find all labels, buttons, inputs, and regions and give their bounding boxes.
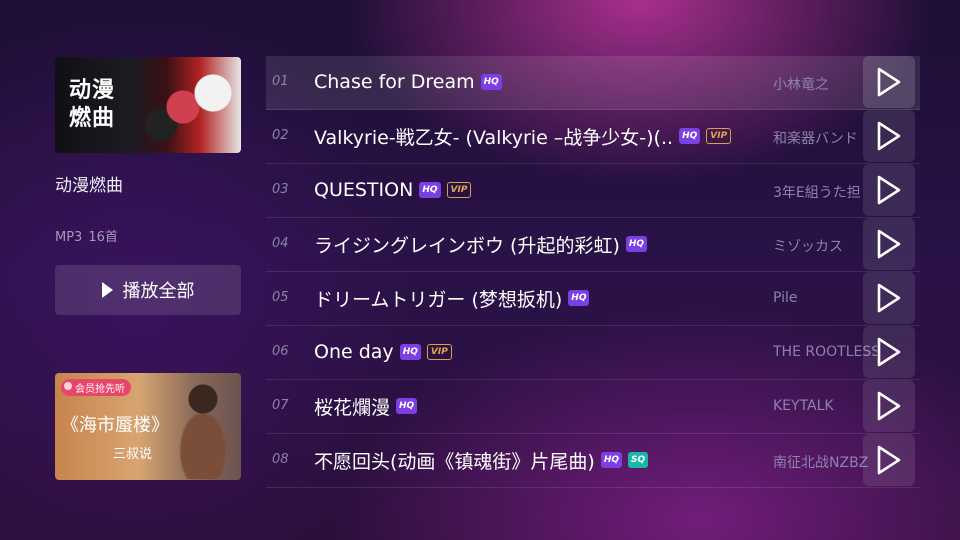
song-title: 桜花爛漫: [314, 396, 391, 419]
play-icon: [877, 283, 901, 313]
promo-banner[interactable]: 会员抢先听 《海市蜃楼》 三叔说: [55, 373, 241, 480]
play-song-button[interactable]: [863, 326, 915, 378]
song-title: One day: [314, 341, 394, 363]
song-artist: 南征北战NZBZ: [773, 455, 869, 471]
song-title: 不愿回头(动画《镇魂街》片尾曲): [314, 450, 595, 473]
song-title: ライジングレインボウ (升起的彩虹): [314, 234, 620, 257]
promo-portrait: [175, 379, 231, 479]
play-song-button[interactable]: [863, 56, 915, 108]
song-row[interactable]: 08 不愿回头(动画《镇魂街》片尾曲) HQ SQ 南征北战NZBZ: [266, 434, 920, 488]
song-title: Valkyrie-戦乙女- (Valkyrie –战争少女-)(..: [314, 126, 674, 149]
song-row[interactable]: 04 ライジングレインボウ (升起的彩虹) HQ ミゾッカス: [266, 218, 920, 272]
playlist-cover: 动漫燃曲: [55, 57, 241, 153]
play-icon: [877, 121, 901, 151]
song-artist: ミゾッカス: [773, 239, 843, 255]
playlist-meta: MP3 16首: [55, 226, 241, 245]
song-number: 03: [272, 182, 289, 197]
song-number: 08: [272, 452, 289, 467]
hq-badge: HQ: [396, 398, 418, 414]
play-icon: [877, 229, 901, 259]
playlist-panel: 动漫燃曲 动漫燃曲 MP3 16首 播放全部 会员抢先听 《海市蜃楼》 三叔说: [55, 57, 241, 480]
hq-badge: HQ: [625, 236, 648, 252]
vip-badge: VIP: [426, 344, 452, 360]
song-number: 05: [272, 290, 289, 305]
song-title-group: 不愿回头(动画《镇魂街》片尾曲) HQ SQ: [314, 447, 649, 473]
song-number: 01: [272, 74, 289, 89]
song-row[interactable]: 06 One day HQ VIP THE ROOTLESS: [266, 326, 920, 380]
hq-badge: HQ: [480, 74, 502, 90]
play-icon: [877, 175, 901, 205]
song-title-group: One day HQ VIP: [314, 339, 452, 365]
play-icon: [877, 391, 901, 421]
promo-subtitle: 三叔说: [113, 447, 153, 462]
song-artist: 3年E組うた担: [773, 185, 861, 201]
sq-badge: SQ: [628, 452, 649, 468]
song-number: 06: [272, 344, 289, 359]
song-row[interactable]: 03 QUESTION HQ VIP 3年E組うた担: [266, 164, 920, 218]
song-row[interactable]: 02 Valkyrie-戦乙女- (Valkyrie –战争少女-)(.. HQ VI…: [266, 110, 920, 164]
hq-badge: HQ: [419, 182, 441, 198]
song-artist: KEYTALK: [773, 398, 834, 414]
play-song-button[interactable]: [863, 380, 915, 432]
play-song-button[interactable]: [863, 434, 915, 486]
song-title-group: Chase for Dream HQ: [314, 69, 502, 95]
song-row[interactable]: 07 桜花爛漫 HQ KEYTALK: [266, 380, 920, 434]
cover-title: 动漫燃曲: [69, 78, 116, 131]
vip-badge: VIP: [706, 128, 732, 144]
song-title: QUESTION: [314, 179, 414, 201]
hq-badge: HQ: [600, 452, 623, 468]
song-title: Chase for Dream: [314, 71, 475, 93]
song-title-group: QUESTION HQ VIP: [314, 177, 472, 203]
play-song-button[interactable]: [863, 218, 915, 270]
play-song-button[interactable]: [863, 110, 915, 162]
hq-badge: HQ: [399, 344, 421, 360]
song-list: 01 Chase for Dream HQ 小林竜之 02 Valkyrie-戦乙女- (…: [266, 56, 920, 488]
play-icon: [877, 445, 901, 475]
song-number: 02: [272, 128, 289, 143]
cover-artwork: [143, 65, 235, 147]
play-song-button[interactable]: [863, 164, 915, 216]
playlist-count: 16首: [88, 230, 118, 245]
playlist-name: 动漫燃曲: [55, 176, 123, 196]
play-all-button[interactable]: 播放全部: [55, 265, 241, 315]
song-title-group: 桜花爛漫 HQ: [314, 393, 418, 419]
song-row[interactable]: 05 ドリームトリガー (梦想扳机) HQ Pile: [266, 272, 920, 326]
song-title-group: ライジングレインボウ (升起的彩虹) HQ: [314, 231, 648, 257]
song-row[interactable]: 01 Chase for Dream HQ 小林竜之: [266, 56, 920, 110]
song-artist: THE ROOTLESS: [773, 344, 877, 360]
song-artist: Pile: [773, 290, 798, 306]
playlist-format: MP3: [55, 230, 83, 245]
promo-badge: 会员抢先听: [61, 379, 131, 396]
promo-title: 《海市蜃楼》: [61, 415, 169, 436]
hq-badge: HQ: [679, 128, 701, 144]
play-icon: [101, 282, 113, 298]
play-song-button[interactable]: [863, 272, 915, 324]
hq-badge: HQ: [568, 290, 590, 306]
vip-badge: VIP: [446, 182, 472, 198]
play-icon: [877, 337, 901, 367]
song-title: ドリームトリガー (梦想扳机): [314, 288, 563, 311]
song-artist: 和楽器バンド: [773, 131, 858, 147]
song-number: 07: [272, 398, 289, 413]
song-title-group: ドリームトリガー (梦想扳机) HQ: [314, 285, 590, 311]
song-number: 04: [272, 236, 289, 251]
play-all-label: 播放全部: [122, 281, 195, 302]
play-icon: [877, 67, 901, 97]
song-title-group: Valkyrie-戦乙女- (Valkyrie –战争少女-)(.. HQ VIP: [314, 123, 732, 149]
song-artist: 小林竜之: [773, 77, 829, 93]
